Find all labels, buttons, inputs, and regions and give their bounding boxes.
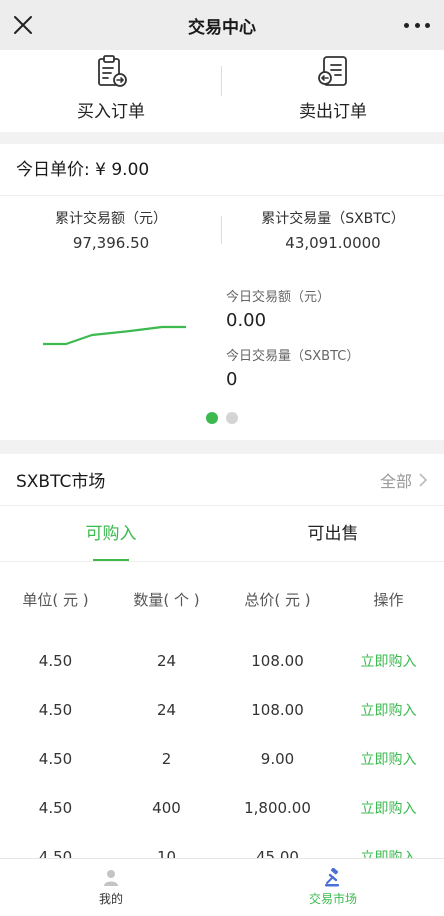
table-row: 4.50 400 1,800.00 立即购入: [0, 783, 444, 832]
today-stats: 今日交易额（元） 0.00 今日交易量（SXBTC） 0: [226, 286, 359, 404]
market-table: 单位( 元 ) 数量( 个 ) 总价( 元 ) 操作 4.50 24 108.0…: [0, 562, 444, 881]
buy-now-button[interactable]: 立即购入: [333, 700, 444, 720]
gavel-icon: [325, 868, 339, 887]
table-header: 单位( 元 ) 数量( 个 ) 总价( 元 ) 操作: [0, 562, 444, 636]
buy-now-button[interactable]: 立即购入: [333, 749, 444, 769]
nav-label: 交易市场: [308, 892, 357, 906]
tab-buyable[interactable]: 可购入: [0, 506, 222, 561]
divider: [221, 216, 222, 244]
page-title: 交易中心: [188, 17, 256, 38]
bottom-nav: 我的 交易市场: [0, 858, 444, 916]
close-icon[interactable]: [10, 12, 36, 38]
total-volume-value: 43,091.0000: [285, 234, 381, 252]
user-icon: [104, 870, 118, 886]
totals-row: 累计交易额（元） 97,396.50 累计交易量（SXBTC） 43,091.0…: [0, 208, 444, 260]
document-return-icon: [318, 56, 347, 86]
today-amount-value: 0.00: [226, 310, 267, 331]
carousel-dot[interactable]: [206, 412, 218, 424]
today-volume-label: 今日交易量（SXBTC）: [226, 349, 360, 364]
title-bar: 交易中心: [0, 0, 444, 50]
sell-orders-button[interactable]: 卖出订单: [222, 50, 444, 132]
chevron-right-icon: [419, 472, 428, 487]
market-header: SXBTC市场 全部: [0, 454, 444, 506]
more-icon[interactable]: [404, 14, 430, 36]
table-row: 4.50 24 108.00 立即购入: [0, 636, 444, 685]
column-header: 单位( 元 ): [22, 590, 89, 609]
unit-price-cell: 4.50: [38, 651, 73, 670]
total-volume-label: 累计交易量（SXBTC）: [261, 211, 405, 227]
carousel-dot[interactable]: [226, 412, 238, 424]
total-amount: 累计交易额（元） 97,396.50: [0, 208, 222, 260]
buy-now-button[interactable]: 立即购入: [333, 798, 444, 818]
view-all-label: 全部: [379, 471, 412, 491]
buy-orders-label: 买入订单: [77, 102, 145, 122]
total-price-cell: 9.00: [260, 749, 295, 768]
divider: [221, 66, 222, 96]
table-row: 4.50 2 9.00 立即购入: [0, 734, 444, 783]
market-title: SXBTC市场: [16, 472, 106, 492]
today-unit-price: 今日单价: ¥ 9.00: [0, 144, 444, 196]
total-volume: 累计交易量（SXBTC） 43,091.0000: [222, 208, 444, 260]
buy-now-button[interactable]: 立即购入: [333, 651, 444, 671]
price-sparkline: [43, 325, 186, 346]
unit-price-cell: 4.50: [38, 700, 73, 719]
total-price-cell: 108.00: [251, 700, 304, 719]
order-shortcuts: 买入订单 卖出订单: [0, 50, 444, 132]
total-amount-value: 97,396.50: [72, 234, 150, 252]
column-header: 数量( 个 ): [133, 590, 200, 609]
quantity-cell: 24: [156, 651, 177, 670]
market-tabs: 可购入 可出售: [0, 506, 444, 562]
clipboard-arrow-icon: [98, 55, 127, 87]
unit-price-cell: 4.50: [38, 798, 73, 817]
quantity-cell: 400: [152, 798, 181, 817]
view-all-link[interactable]: 全部: [380, 468, 428, 492]
column-header: 总价( 元 ): [244, 590, 311, 609]
today-amount-label: 今日交易额（元）: [226, 290, 331, 305]
market-section: SXBTC市场 全部 可购入 可出售 单位( 元 ) 数量( 个 ) 总价( 元…: [0, 454, 444, 866]
total-price-cell: 1,800.00: [244, 798, 311, 817]
carousel-indicator: [0, 412, 444, 424]
nav-item-mine[interactable]: 我的: [0, 859, 222, 916]
quantity-cell: 2: [161, 749, 172, 768]
total-amount-label: 累计交易额（元）: [55, 211, 167, 227]
nav-label: 我的: [98, 892, 123, 906]
column-header: 操作: [373, 590, 404, 609]
sell-orders-label: 卖出订单: [299, 102, 367, 122]
sparkline-line: [43, 325, 186, 346]
unit-price-cell: 4.50: [38, 749, 73, 768]
tab-sellable[interactable]: 可出售: [222, 506, 444, 561]
nav-item-market[interactable]: 交易市场: [222, 859, 444, 916]
table-row: 4.50 24 108.00 立即购入: [0, 685, 444, 734]
buy-orders-button[interactable]: 买入订单: [0, 50, 222, 132]
price-card: 今日单价: ¥ 9.00 累计交易额（元） 97,396.50 累计交易量（SX…: [0, 144, 444, 440]
quantity-cell: 24: [156, 700, 177, 719]
total-price-cell: 108.00: [251, 651, 304, 670]
today-volume-value: 0: [226, 369, 238, 390]
